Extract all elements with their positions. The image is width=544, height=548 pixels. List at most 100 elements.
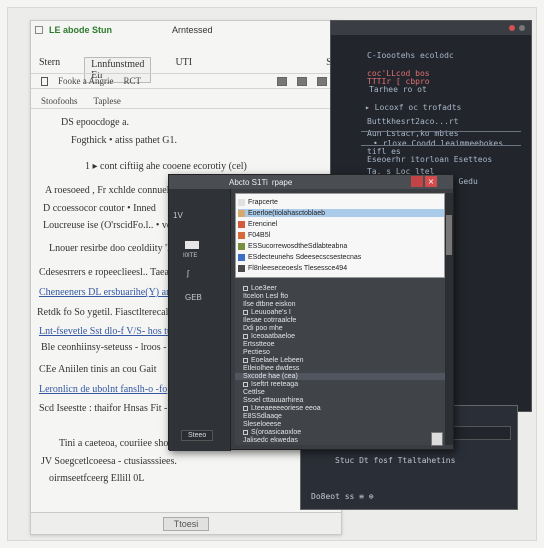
file-row[interactable]: ESSucorrewosdtheSdlabteabna	[238, 242, 347, 250]
list-item[interactable]: Ilse dtbne eiskon	[243, 301, 296, 308]
format-button-1[interactable]	[277, 76, 287, 86]
checkbox-icon[interactable]	[243, 333, 248, 339]
file-row[interactable]: F04B5l	[238, 231, 270, 239]
code-divider	[361, 145, 521, 146]
toolbar2-text-1[interactable]: Taplese	[94, 96, 121, 106]
sidebar-label-top: 1V	[173, 211, 183, 220]
list-item-label: S(oroasicaoxloe	[251, 429, 302, 436]
checkbox-icon[interactable]	[243, 309, 248, 315]
doc-footer: Ttoesi	[31, 512, 341, 534]
dialog-list-top: Frapcerte Eoerloe(tiolahasctoblaeb Erencin…	[235, 193, 445, 278]
format-button-2[interactable]	[297, 76, 307, 86]
file-type-icon	[238, 264, 245, 272]
doc-text-line: Scd Iseestte : thaifor Hnsas Fit - La	[39, 403, 181, 414]
list-item[interactable]: Itcelon Lesl fto	[243, 293, 288, 300]
list-item[interactable]: Ertsstteoe	[243, 341, 275, 348]
list-item-label: Ertsstteoe	[243, 341, 275, 348]
code-line: ▸ Locoxf oc trofadts	[365, 103, 462, 112]
list-item-label: Iseftrt reeteaga	[251, 381, 299, 388]
checkbox-icon[interactable]	[243, 357, 248, 363]
list-item[interactable]: Sleseloeese	[243, 421, 281, 428]
file-name: Frapcerte	[248, 198, 278, 206]
scrollbar-thumb[interactable]	[446, 215, 452, 255]
checkbox-icon[interactable]	[243, 381, 248, 387]
list-item[interactable]: Jalisedc ekwedas	[243, 437, 298, 444]
folder-icon[interactable]	[185, 241, 199, 249]
doc-header-center: Arntessed	[172, 25, 213, 35]
doc-text-line[interactable]: Lnt-fsevetle Sst dlo-f V/S- hos tut...	[39, 326, 182, 337]
toolbar2-text-0[interactable]: Stoofoohs	[41, 96, 78, 106]
file-name: Fl8nleeseceoesls Tlesessce494	[248, 264, 348, 272]
list-item-label: Sleseloeese	[243, 421, 282, 428]
list-item-label: Iceoaatbaeloe	[251, 333, 295, 340]
file-name: Eoerloe(tiolahasctoblaeb	[248, 209, 326, 217]
file-row[interactable]: ESdecteunehs Sdeesecscsestecnas	[238, 253, 361, 261]
doc-titlebar: LE abode Stun Arntessed	[31, 21, 341, 39]
bottom-line-2: Do8eot ss ≡ ⊕	[311, 492, 374, 501]
list-item-label: Ddi poo mhe	[243, 325, 283, 332]
file-row[interactable]: Fl8nleeseceoesls Tlesessce494	[238, 264, 347, 272]
maximize-button[interactable]	[411, 176, 423, 187]
list-item[interactable]: Ilesae cotrraalcfe	[243, 317, 296, 324]
checkbox-icon[interactable]	[243, 405, 248, 411]
file-row[interactable]: Erencinel	[238, 220, 277, 228]
doc-text-line: oirmseetfceerg Ellill 0L	[49, 473, 145, 484]
file-type-icon	[238, 198, 245, 206]
file-dialog: Abcto S1Ti rpape × 1V I0ITE ʃ GEB Steeo …	[168, 174, 454, 451]
file-row[interactable]: Frapcerte	[238, 198, 278, 206]
dialog-sidebar: 1V I0ITE ʃ GEB Steeo	[169, 189, 231, 451]
file-type-icon	[238, 242, 245, 250]
list-item-label: Pectieso	[243, 349, 270, 356]
list-item-label: Ilse dtbne eiskon	[243, 301, 296, 308]
sidebar-label-2: I0ITE	[183, 253, 198, 259]
doc-text-line: Fogthick • atiss pathet G1.	[71, 135, 177, 146]
sidebar-small-icon[interactable]: ʃ	[187, 269, 189, 278]
print-icon[interactable]	[431, 432, 443, 446]
dialog-title: Abcto S1Ti	[229, 177, 268, 187]
doc-text-line: DS epoocdoge a.	[61, 117, 130, 128]
doc-toolbar-2: Stoofoohs Taplese	[31, 93, 341, 109]
list-item[interactable]: S(oroasicaoxloe	[243, 429, 301, 436]
list-item[interactable]: Pectieso	[243, 349, 270, 356]
list-item-label: Ssoel cttauuarhirea	[243, 397, 304, 404]
close-dot-icon[interactable]	[509, 25, 515, 31]
list-item[interactable]: Ddi poo mhe	[243, 325, 283, 332]
checkbox-icon[interactable]	[243, 285, 248, 291]
list-item[interactable]: E8SSdlaaqe	[243, 413, 282, 420]
doc-toolbar: Fooke a Angrie RCT	[31, 73, 341, 89]
format-button-3[interactable]	[317, 76, 327, 86]
checkbox-icon[interactable]	[243, 429, 248, 435]
list-item[interactable]: Ssoel cttauuarhirea	[243, 397, 303, 404]
file-type-icon	[238, 253, 245, 261]
list-item[interactable]: Loe3eer	[243, 285, 277, 292]
file-type-icon	[238, 209, 245, 217]
doc-text-line: Cdesesrrers e ropeeclieesl.. Taeas	[39, 267, 173, 278]
dialog-ok-button[interactable]: Steeo	[181, 430, 214, 441]
footer-button[interactable]: Ttoesi	[162, 516, 210, 531]
code-divider	[361, 131, 521, 132]
list-item[interactable]: Leuuoahe's I	[243, 309, 291, 316]
code-line: Buttkhesrt2aco...rt	[367, 117, 459, 126]
list-item[interactable]: Iceoaatbaeloe	[243, 333, 295, 340]
dialog-title-suffix: rpape	[271, 177, 293, 187]
sidebar-label-3: GEB	[185, 293, 202, 302]
list-item[interactable]: Cettlse	[243, 389, 265, 396]
list-item[interactable]: Eoelaele Lebeen	[243, 357, 304, 364]
doc-text-line: 1 ▸ cont ciftiig ahe cooene ecorotiy (ce…	[85, 161, 247, 172]
file-row[interactable]: Eoerloe(tiolahasctoblaeb	[238, 209, 444, 217]
min-dot-icon[interactable]	[519, 25, 525, 31]
list-item[interactable]: Iseftrt reeteaga	[243, 381, 298, 388]
list-item[interactable]: Etleiolhee dwdess	[243, 365, 299, 372]
toolbar-text-1: RCT	[123, 76, 142, 86]
close-button[interactable]: ×	[425, 176, 437, 187]
dialog-file-list: Frapcerte Eoerloe(tiolahasctoblaeb Erencin…	[235, 193, 453, 445]
doc-text-line: CEe Aniilen tinis an cou Gait	[39, 364, 157, 375]
doc-text-line[interactable]: Cheneeners DL ersbuarihe(Y) ar	[39, 287, 169, 298]
dialog-scrollbar[interactable]	[445, 193, 453, 445]
list-item-label: Etleiolhee dwdess	[243, 365, 300, 372]
doc-title: LE abode Stun	[49, 25, 112, 35]
page-icon[interactable]	[41, 76, 48, 86]
list-item[interactable]: Lteeaeeeeoriese eeoa	[243, 405, 321, 412]
list-item[interactable]: Sxcode hae (cea)	[235, 373, 445, 380]
doc-text-line[interactable]: Leronlicn de ubolnt fanslh-o -fo	[39, 384, 167, 395]
